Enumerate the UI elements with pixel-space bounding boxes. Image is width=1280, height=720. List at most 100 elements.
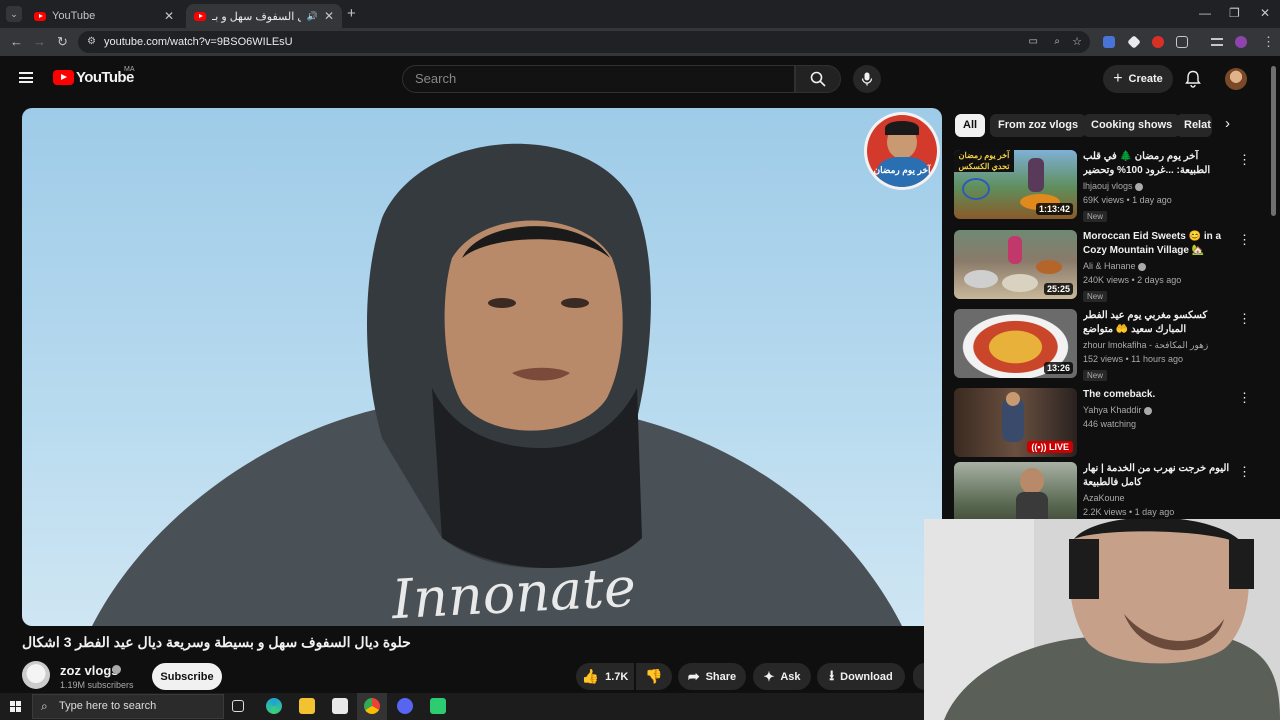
dislike-button[interactable]: 👎: [636, 663, 672, 690]
recommendation-meta: 152 views • 11 hours ago: [1083, 354, 1184, 364]
recommendation-meta: 69K views • 1 day ago: [1083, 195, 1172, 205]
task-view-icon[interactable]: [232, 700, 244, 712]
ask-button[interactable]: ✦ Ask: [753, 663, 811, 690]
notifications-bell-icon[interactable]: [1185, 70, 1201, 88]
search-button[interactable]: [795, 65, 841, 93]
recommendation-item[interactable]: 13:26 كسكسو مغربي يوم عيد الفطر المبارك …: [954, 309, 1254, 381]
recommendation-title[interactable]: اليوم خرجت نهرب من الخدمة | نهار كامل فا…: [1083, 462, 1233, 490]
recommendation-title[interactable]: آخر يوم رمضان 🌲 في قلب الطبيعة: ...غرود …: [1083, 150, 1233, 178]
more-options-icon[interactable]: ⋮: [1238, 152, 1251, 168]
more-options-icon[interactable]: ⋮: [1238, 232, 1251, 248]
page-scrollbar[interactable]: [1271, 66, 1276, 216]
browser-address-bar: ← → ↻ ⚙ youtube.com/watch?v=9BSO6WILEsU …: [0, 28, 1280, 56]
voice-search-button[interactable]: [853, 65, 881, 93]
chevron-right-icon[interactable]: ›: [1225, 115, 1230, 132]
chip-all[interactable]: All: [955, 114, 986, 137]
watermark-text: آخر يوم رمضان: [873, 165, 931, 175]
search-input[interactable]: Search: [402, 65, 795, 93]
close-icon[interactable]: ✕: [324, 9, 334, 23]
create-button[interactable]: + Create: [1103, 65, 1173, 93]
tab-youtube[interactable]: YouTube ✕: [26, 4, 182, 28]
tab-video[interactable]: حلوة ديال السفوف سهل و بـ... 🔊 ✕: [186, 4, 342, 28]
share-button[interactable]: ➦ Share: [678, 663, 746, 690]
more-options-icon[interactable]: ⋮: [1238, 464, 1251, 480]
recommendation-channel[interactable]: AzaKoune: [1083, 493, 1125, 503]
browser-menu-icon[interactable]: ⋮: [1262, 34, 1275, 50]
video-thumbnail[interactable]: [954, 462, 1077, 520]
app-green-icon[interactable]: [430, 698, 446, 714]
channel-avatar[interactable]: [22, 661, 50, 689]
edge-browser-icon[interactable]: [266, 698, 282, 714]
youtube-logo-icon[interactable]: [53, 70, 74, 85]
subscribe-button[interactable]: Subscribe: [152, 663, 222, 690]
minimize-icon[interactable]: —: [1199, 6, 1211, 20]
windows-start-icon[interactable]: [10, 701, 21, 712]
recommendation-title[interactable]: Moroccan Eid Sweets 😊 in a Cozy Mountain…: [1083, 230, 1233, 258]
forward-icon[interactable]: →: [33, 34, 46, 49]
recommendation-title[interactable]: كسكسو مغربي يوم عيد الفطر المبارك سعيد 🤲…: [1083, 309, 1233, 337]
channel-watermark[interactable]: آخر يوم رمضان: [864, 112, 940, 190]
verified-icon: [1138, 262, 1147, 271]
recommendation-channel[interactable]: lhjaouj vlogs: [1083, 181, 1144, 191]
back-icon[interactable]: ←: [10, 34, 23, 49]
more-options-icon[interactable]: ⋮: [1238, 311, 1251, 327]
recommendation-item[interactable]: اليوم خرجت نهرب من الخدمة | نهار كامل فا…: [954, 462, 1254, 520]
restore-icon[interactable]: ❐: [1229, 6, 1240, 20]
recommendation-channel[interactable]: Ali & Hanane: [1083, 261, 1147, 271]
recommendation-title[interactable]: The comeback.: [1083, 388, 1233, 402]
translate-extension-icon[interactable]: [1103, 36, 1115, 48]
channel-name[interactable]: zoz vlogs: [60, 663, 119, 678]
recommendation-item[interactable]: آخر يوم رمضان تحدي الكسكس 1:13:42 آخر يو…: [954, 150, 1254, 222]
ask-label: Ask: [780, 670, 801, 683]
like-button[interactable]: 👍 1.7K: [576, 663, 634, 690]
cast-icon[interactable]: ▭: [1029, 31, 1038, 53]
youtube-header: YouTube MA Search + Create: [0, 56, 1280, 102]
video-thumbnail[interactable]: 13:26: [954, 309, 1077, 378]
microsoft-store-icon[interactable]: [332, 698, 348, 714]
zoom-icon[interactable]: ⌕: [1054, 31, 1060, 53]
chip-cooking-shows[interactable]: Cooking shows: [1083, 114, 1181, 137]
thumbnail-caption: آخر يوم رمضان تحدي الكسكس: [954, 150, 1014, 172]
taskbar-search-input[interactable]: ⌕ Type here to search: [32, 694, 224, 719]
diamond-extension-icon[interactable]: [1127, 35, 1141, 49]
more-options-icon[interactable]: ⋮: [1238, 390, 1251, 406]
search-placeholder: Search: [415, 71, 457, 86]
taskbar-search-placeholder: Type here to search: [59, 700, 157, 712]
new-badge: New: [1083, 291, 1108, 302]
audio-icon[interactable]: 🔊: [307, 11, 318, 22]
profile-icon[interactable]: [1235, 36, 1247, 48]
bookmark-star-icon[interactable]: ☆: [1072, 31, 1082, 53]
reload-icon[interactable]: ↻: [57, 34, 68, 50]
hamburger-menu-icon[interactable]: [19, 72, 33, 83]
video-player[interactable]: Innonate آخر يوم رمضان: [22, 108, 942, 626]
video-duration: 25:25: [1043, 283, 1073, 295]
chip-related[interactable]: Relat: [1176, 114, 1212, 137]
close-icon[interactable]: ✕: [164, 9, 174, 23]
extensions-puzzle-icon[interactable]: [1176, 36, 1188, 48]
video-thumbnail[interactable]: 25:25: [954, 230, 1077, 299]
video-thumbnail[interactable]: ((•)) LIVE: [954, 388, 1077, 457]
account-avatar[interactable]: [1225, 68, 1247, 90]
close-window-icon[interactable]: ✕: [1260, 6, 1270, 20]
chrome-browser-icon[interactable]: [364, 698, 380, 714]
red-extension-icon[interactable]: [1152, 36, 1164, 48]
youtube-favicon-icon: [194, 11, 206, 21]
create-label: Create: [1128, 73, 1163, 85]
video-thumbnail[interactable]: آخر يوم رمضان تحدي الكسكس 1:13:42: [954, 150, 1077, 219]
discord-icon[interactable]: [397, 698, 413, 714]
tab-list-button[interactable]: ⌄: [6, 6, 22, 22]
recommendation-item[interactable]: 25:25 Moroccan Eid Sweets 😊 in a Cozy Mo…: [954, 230, 1254, 302]
recommendation-item[interactable]: ((•)) LIVE The comeback. Yahya Khaddir 4…: [954, 388, 1254, 460]
site-info-icon[interactable]: ⚙: [87, 31, 96, 53]
new-tab-button[interactable]: +: [347, 5, 356, 22]
download-button[interactable]: ⭳ Download: [817, 663, 905, 690]
live-icon: ((•)): [1031, 442, 1049, 452]
reading-list-icon[interactable]: [1211, 38, 1223, 46]
recommendation-channel[interactable]: Yahya Khaddir: [1083, 405, 1152, 415]
browser-tab-bar: ⌄ YouTube ✕ حلوة ديال السفوف سهل و بـ...…: [0, 0, 1280, 28]
share-arrow-icon: ➦: [687, 668, 700, 684]
url-bar[interactable]: ⚙ youtube.com/watch?v=9BSO6WILEsU ▭ ⌕ ☆: [78, 31, 1090, 53]
recommendation-channel[interactable]: zhour lmokafiha - زهور المكافحة: [1083, 340, 1208, 351]
chip-from-channel[interactable]: From zoz vlogs: [990, 114, 1087, 137]
file-explorer-icon[interactable]: [299, 698, 315, 714]
